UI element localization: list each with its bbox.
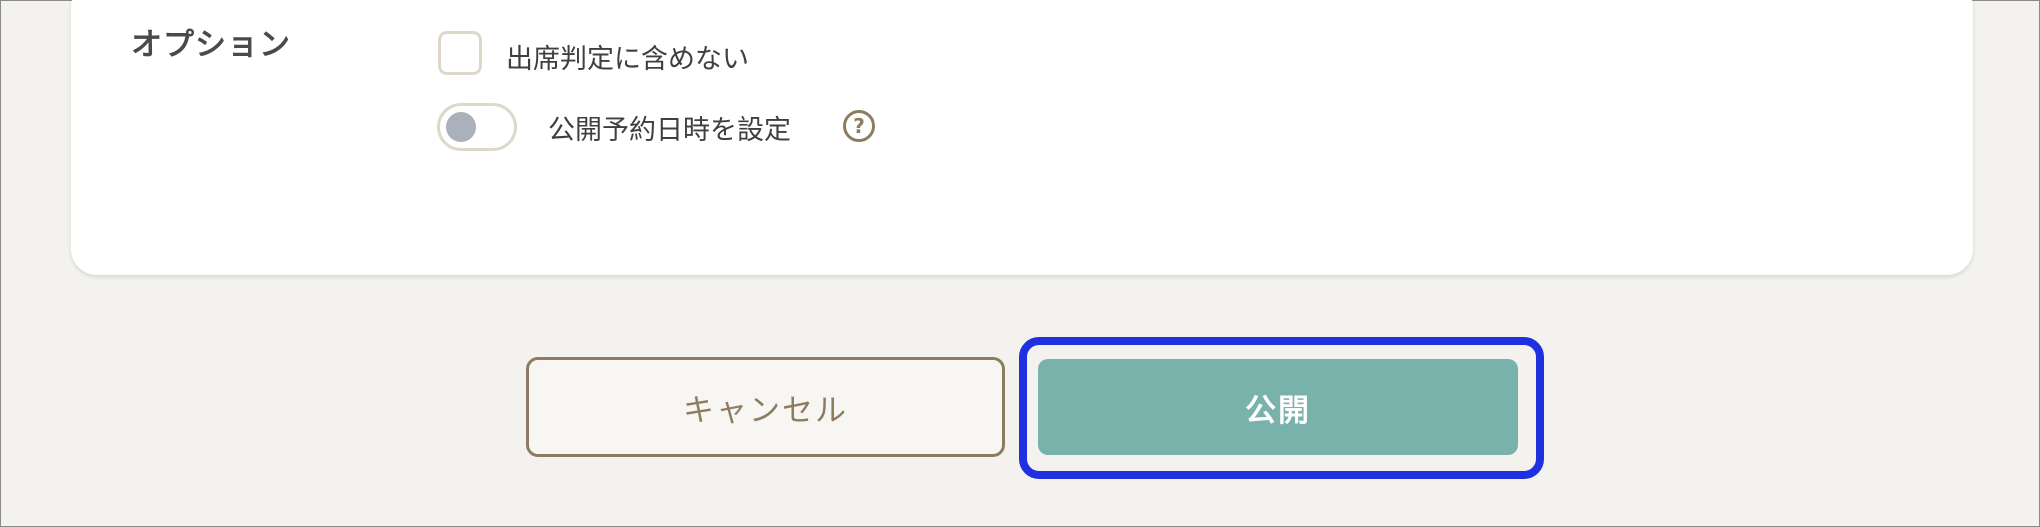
options-section-label: オプション (131, 27, 291, 63)
question-circle-icon[interactable]: ? (842, 109, 876, 143)
exclude-attendance-label[interactable]: 出席判定に含めない (506, 37, 749, 76)
publish-button[interactable]: 公開 (1038, 359, 1518, 455)
svg-text:?: ? (853, 114, 865, 138)
toggle-knob (446, 112, 476, 142)
cancel-button[interactable]: キャンセル (526, 357, 1005, 457)
exclude-attendance-checkbox[interactable] (438, 31, 482, 75)
options-card (71, 0, 1973, 275)
schedule-publish-label: 公開予約日時を設定 (548, 115, 791, 146)
schedule-publish-toggle[interactable] (437, 103, 517, 151)
